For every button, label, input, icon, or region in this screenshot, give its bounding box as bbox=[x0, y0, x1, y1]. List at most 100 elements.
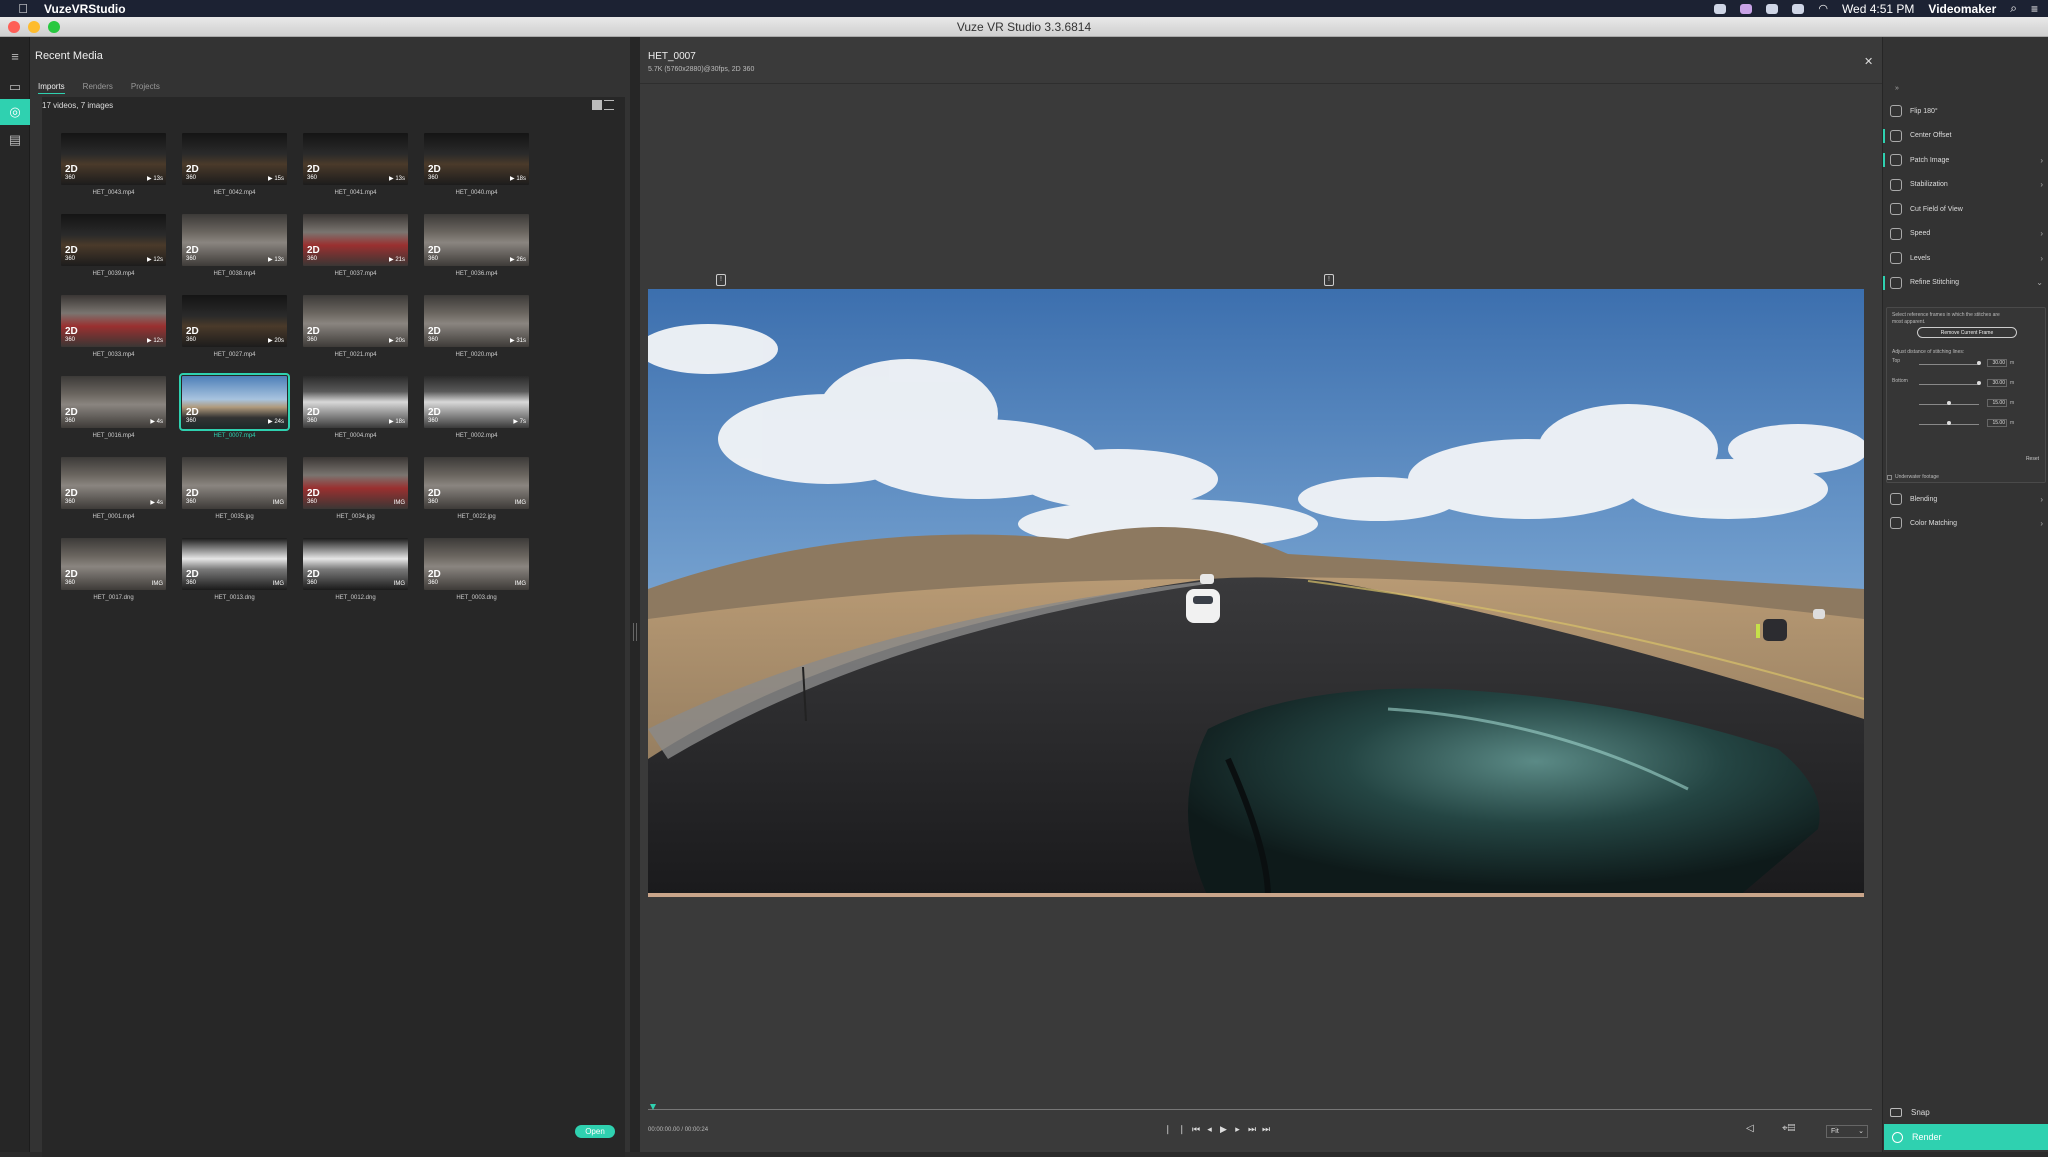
slider-knob[interactable] bbox=[1977, 361, 1981, 365]
format-badge-360: 360 bbox=[65, 337, 76, 343]
tab-renders[interactable]: Renders bbox=[83, 82, 113, 94]
zoom-fit-select[interactable]: Fit ⌄ bbox=[1826, 1125, 1868, 1138]
hamburger-menu-icon[interactable]: ≡ bbox=[0, 43, 30, 69]
reset-button[interactable]: Reset bbox=[2026, 456, 2039, 462]
tray-icon[interactable] bbox=[1792, 3, 1805, 14]
slider-value-field[interactable]: 30.00 bbox=[1987, 379, 2007, 387]
media-thumbnail[interactable]: 2D 360 ▶ 18s HET_0040.mp4 bbox=[424, 133, 529, 196]
close-icon[interactable]: ✕ bbox=[1864, 55, 1873, 68]
volume-icon[interactable]: ◁ bbox=[1746, 1123, 1754, 1134]
thumbnail-filename: HET_0004.mp4 bbox=[334, 433, 377, 439]
tool-blending[interactable]: Blending › bbox=[1883, 490, 2048, 508]
reference-frame-marker[interactable]: ! bbox=[1324, 274, 1334, 286]
folder-icon[interactable]: ▭ bbox=[0, 74, 30, 100]
media-thumbnail[interactable]: 2D 360 IMG HET_0035.jpg bbox=[182, 457, 287, 520]
grid-view-icon[interactable] bbox=[592, 100, 602, 110]
format-badge-360: 360 bbox=[186, 580, 197, 586]
projects-icon[interactable]: ▤ bbox=[0, 127, 30, 153]
tool-levels[interactable]: Levels › bbox=[1883, 249, 2048, 267]
slider-track[interactable] bbox=[1919, 384, 1979, 385]
app-menu[interactable]: VuzeVRStudio bbox=[44, 2, 126, 16]
media-thumbnail[interactable]: 2D 360 ▶ 20s HET_0027.mp4 bbox=[182, 295, 287, 358]
reference-frame-marker[interactable]: ! bbox=[716, 274, 726, 286]
snapshot-view-icon[interactable]: ⌖▤ bbox=[1782, 1123, 1795, 1134]
panorama-preview-image[interactable] bbox=[648, 289, 1864, 897]
tool-refine-stitching[interactable]: Refine Stitching ⌄ bbox=[1883, 274, 2048, 292]
media-thumbnail[interactable]: 2D 360 ▶ 21s HET_0037.mp4 bbox=[303, 214, 408, 277]
snap-button[interactable]: Snap bbox=[1883, 1102, 2048, 1122]
media-thumbnail[interactable]: 2D 360 ▶ 15s HET_0042.mp4 bbox=[182, 133, 287, 196]
wifi-icon[interactable]: ◠ bbox=[1818, 2, 1828, 15]
media-thumbnail[interactable]: 2D 360 ▶ 20s HET_0021.mp4 bbox=[303, 295, 408, 358]
next-marker-icon[interactable]: ⏭ bbox=[1248, 1124, 1256, 1135]
open-button[interactable]: Open bbox=[575, 1125, 615, 1138]
playhead[interactable] bbox=[650, 1104, 656, 1110]
format-badge: 2D 360 bbox=[428, 408, 441, 426]
panel-splitter[interactable] bbox=[630, 37, 640, 1152]
media-thumbnail[interactable]: 2D 360 IMG HET_0003.dng bbox=[424, 538, 529, 601]
mark-in-icon[interactable]: ❘ bbox=[1164, 1124, 1172, 1135]
tool-center-offset[interactable]: Center Offset bbox=[1883, 127, 2048, 145]
render-button[interactable]: Render bbox=[1884, 1124, 2048, 1150]
timeline-track[interactable] bbox=[648, 1109, 1872, 1110]
duration-label: ▶ 13s bbox=[147, 176, 163, 182]
skip-start-icon[interactable]: ⏮ bbox=[1192, 1124, 1200, 1135]
tool-patch-image[interactable]: Patch Image › bbox=[1883, 151, 2048, 169]
tab-imports[interactable]: Imports bbox=[38, 82, 65, 94]
step-back-icon[interactable]: ◂ bbox=[1206, 1124, 1213, 1135]
tray-icon[interactable] bbox=[1766, 3, 1779, 14]
mark-out-icon[interactable]: ❘ bbox=[1178, 1124, 1186, 1135]
tool-cut-field-of-view[interactable]: Cut Field of View bbox=[1883, 200, 2048, 218]
user-menu[interactable]: Videomaker bbox=[1928, 2, 1996, 16]
media-thumbnail[interactable]: 2D 360 ▶ 7s HET_0002.mp4 bbox=[424, 376, 529, 439]
media-thumbnail[interactable]: 2D 360 IMG HET_0022.jpg bbox=[424, 457, 529, 520]
slider-track[interactable] bbox=[1919, 364, 1979, 365]
tray-icon[interactable] bbox=[1740, 3, 1753, 14]
tab-projects[interactable]: Projects bbox=[131, 82, 160, 94]
underwater-checkbox[interactable] bbox=[1887, 474, 1892, 480]
remove-current-frame-button[interactable]: Remove Current Frame bbox=[1917, 327, 2017, 338]
media-thumbnail[interactable]: 2D 360 ▶ 4s HET_0016.mp4 bbox=[61, 376, 166, 439]
media-thumbnail[interactable]: 2D 360 ▶ 13s HET_0043.mp4 bbox=[61, 133, 166, 196]
media-thumbnail[interactable]: 2D 360 ▶ 12s HET_0033.mp4 bbox=[61, 295, 166, 358]
tool-stabilization[interactable]: Stabilization › bbox=[1883, 176, 2048, 194]
thumbnail-image: 2D 360 ▶ 4s bbox=[61, 457, 166, 509]
splitter-grip[interactable] bbox=[633, 623, 637, 641]
skip-end-icon[interactable]: ⏭ bbox=[1262, 1124, 1270, 1135]
media-thumbnail[interactable]: 2D 360 ▶ 4s HET_0001.mp4 bbox=[61, 457, 166, 520]
collapse-panel-icon[interactable]: » bbox=[1895, 85, 1899, 92]
media-thumbnail[interactable]: 2D 360 ▶ 12s HET_0039.mp4 bbox=[61, 214, 166, 277]
slider-knob[interactable] bbox=[1947, 421, 1951, 425]
slider-value-field[interactable]: 15.00 bbox=[1987, 399, 2007, 407]
media-thumbnail[interactable]: 2D 360 ▶ 31s HET_0020.mp4 bbox=[424, 295, 529, 358]
spotlight-icon[interactable]: ⌕ bbox=[2010, 1, 2017, 16]
media-thumbnail[interactable]: 2D 360 ▶ 24s HET_0007.mp4 bbox=[179, 373, 290, 439]
tool-speed[interactable]: Speed › bbox=[1883, 225, 2048, 243]
media-thumbnail[interactable]: 2D 360 ▶ 18s HET_0004.mp4 bbox=[303, 376, 408, 439]
media-thumbnail[interactable]: 2D 360 IMG HET_0034.jpg bbox=[303, 457, 408, 520]
media-thumbnail[interactable]: 2D 360 ▶ 26s HET_0036.mp4 bbox=[424, 214, 529, 277]
thumbnail-filename: HET_0002.mp4 bbox=[455, 433, 498, 439]
slider-knob[interactable] bbox=[1977, 381, 1981, 385]
slider-value-field[interactable]: 30.00 bbox=[1987, 359, 2007, 367]
media-thumbnail[interactable]: 2D 360 ▶ 13s HET_0041.mp4 bbox=[303, 133, 408, 196]
media-thumbnail[interactable]: 2D 360 ▶ 13s HET_0038.mp4 bbox=[182, 214, 287, 277]
clock[interactable]: Wed 4:51 PM bbox=[1842, 2, 1914, 16]
media-thumbnail[interactable]: 2D 360 IMG HET_0012.dng bbox=[303, 538, 408, 601]
notification-center-icon[interactable]: ≡ bbox=[2031, 2, 2038, 16]
play-icon[interactable]: ▶ bbox=[1220, 1124, 1227, 1135]
tool-color-matching[interactable]: Color Matching › bbox=[1883, 514, 2048, 532]
tool-flip-180[interactable]: Flip 180° bbox=[1883, 102, 2048, 120]
media-library-icon[interactable]: ◎ bbox=[0, 99, 30, 125]
media-thumbnail[interactable]: 2D 360 IMG HET_0017.dng bbox=[61, 538, 166, 601]
slider-value-field[interactable]: 15.00 bbox=[1987, 419, 2007, 427]
slider-knob[interactable] bbox=[1947, 401, 1951, 405]
underwater-footage-option[interactable]: Underwater footage bbox=[1887, 474, 1939, 480]
list-view-icon[interactable] bbox=[604, 100, 614, 110]
duration-label: IMG bbox=[514, 500, 526, 506]
media-thumbnail[interactable]: 2D 360 IMG HET_0013.dng bbox=[182, 538, 287, 601]
tray-icon[interactable] bbox=[1714, 3, 1727, 14]
apple-menu-icon[interactable]:  bbox=[16, 1, 30, 16]
snap-label: Snap bbox=[1911, 1107, 1930, 1117]
step-forward-icon[interactable]: ▸ bbox=[1234, 1124, 1241, 1135]
